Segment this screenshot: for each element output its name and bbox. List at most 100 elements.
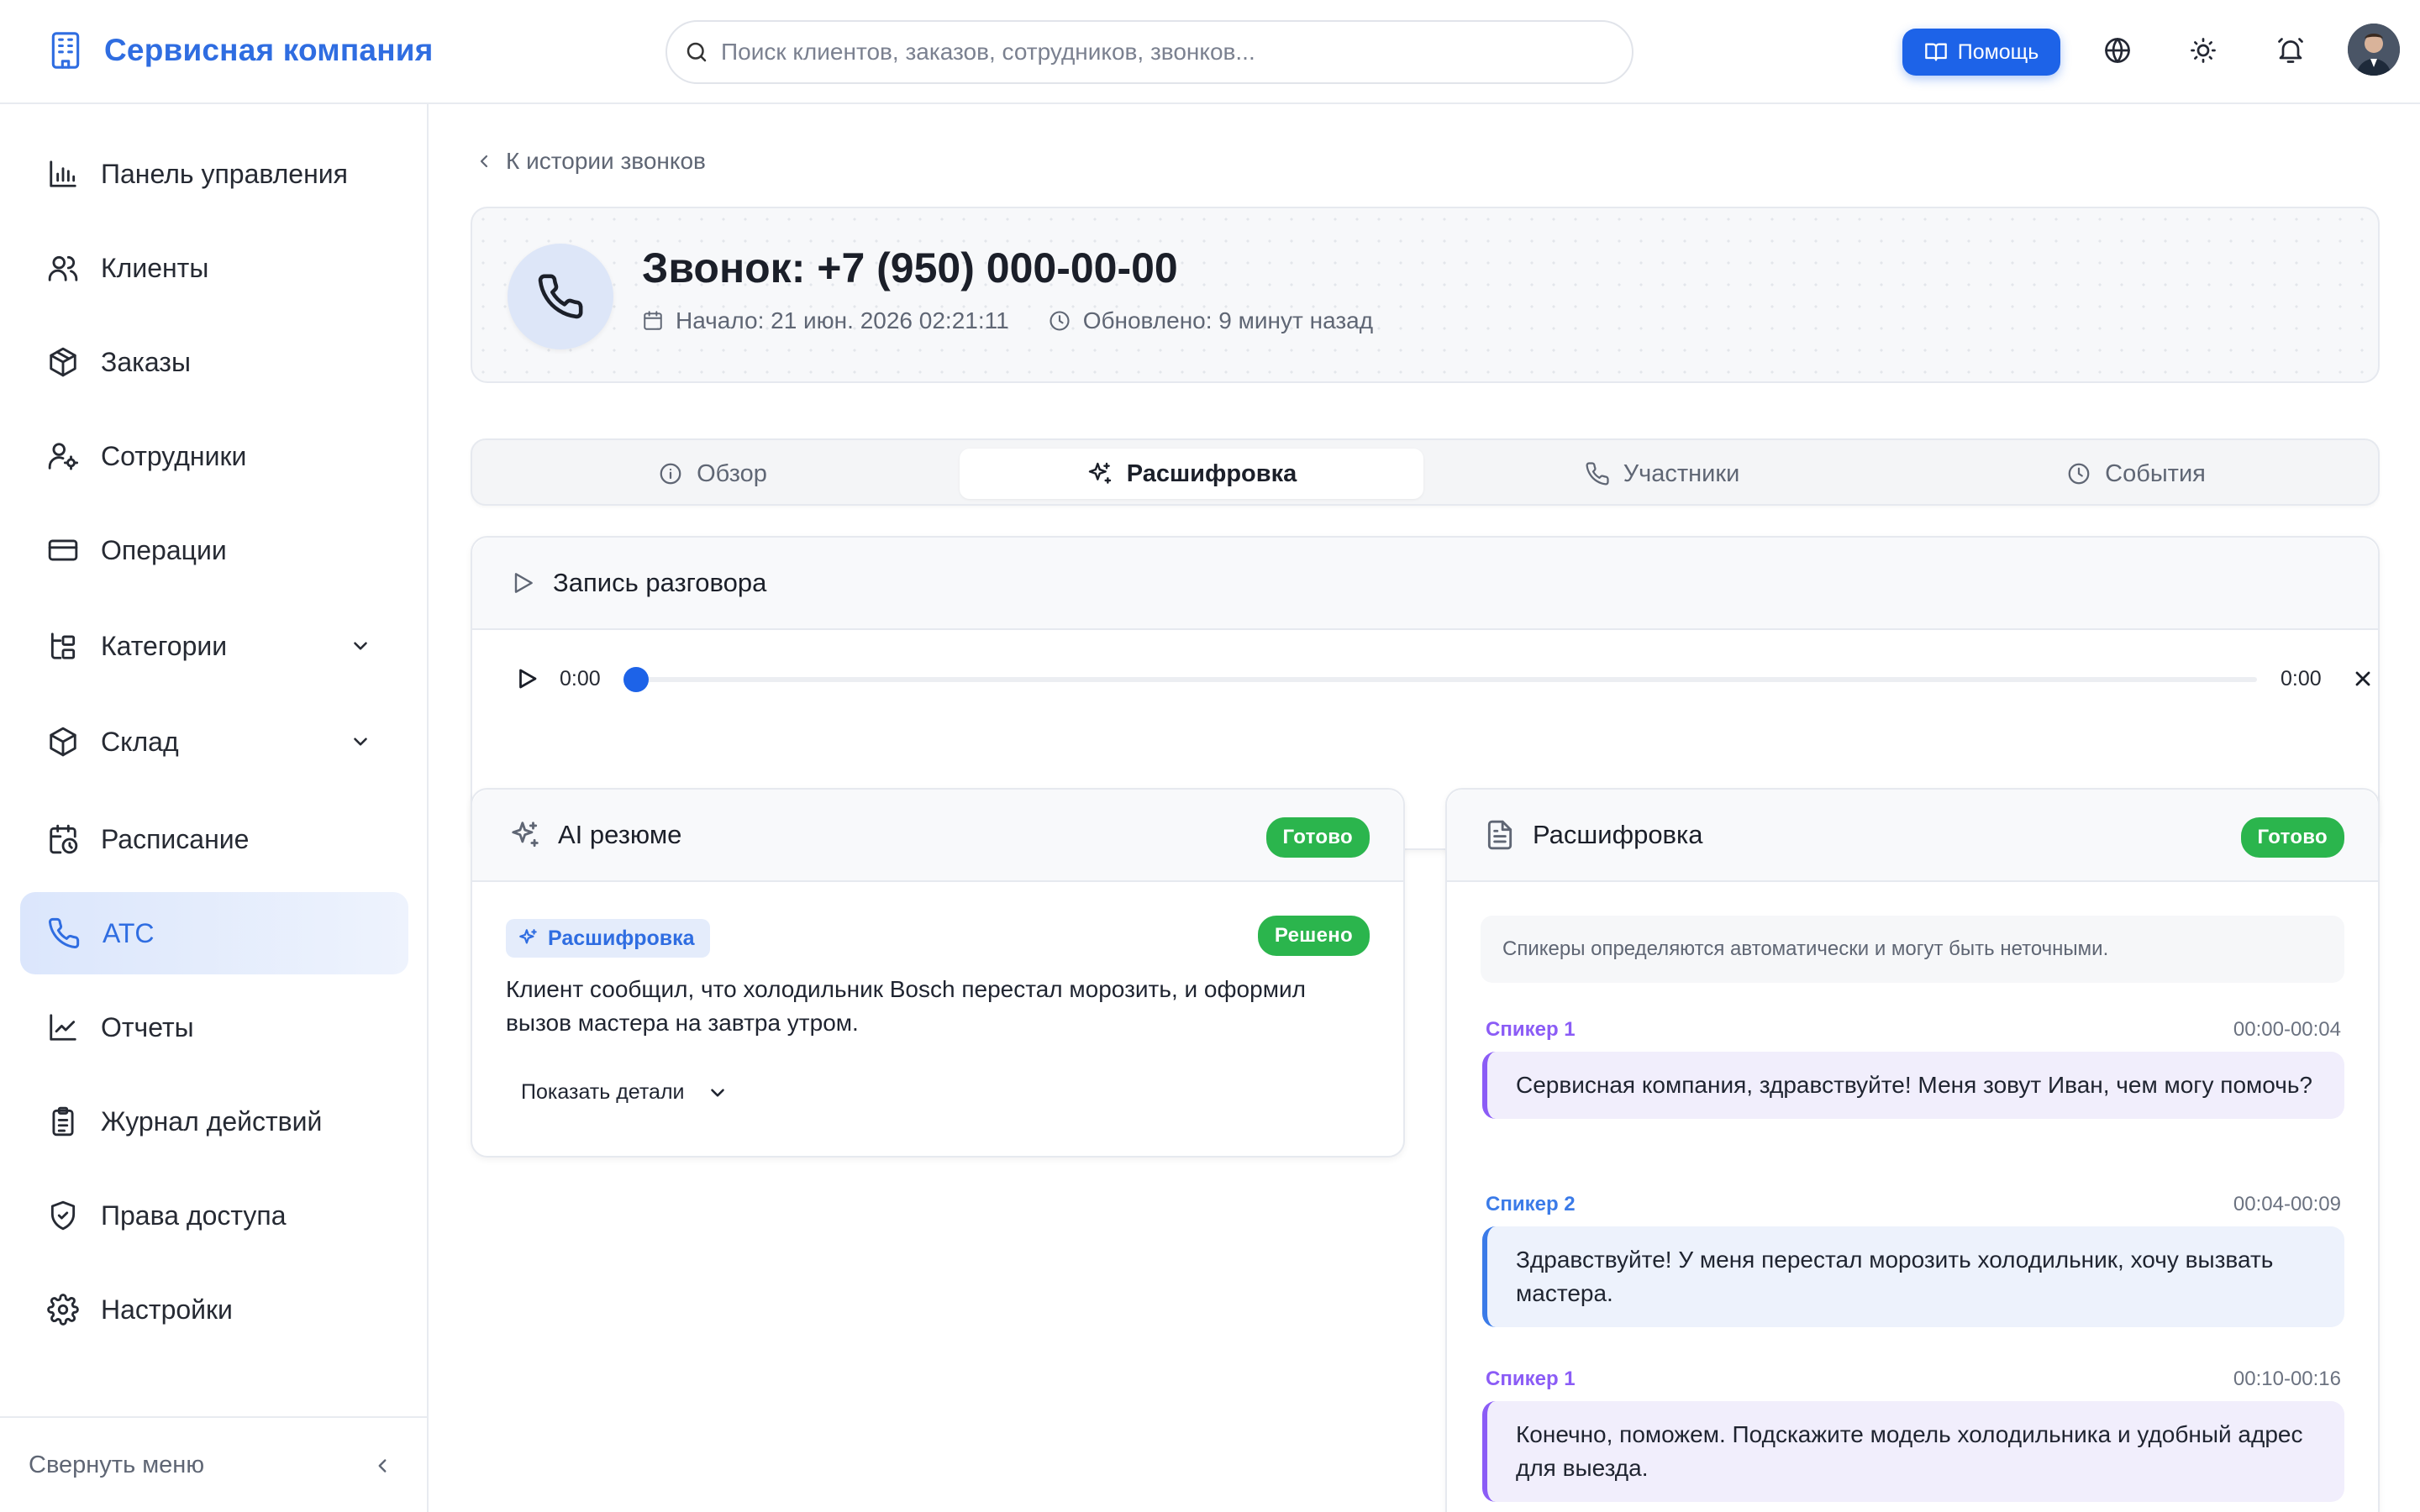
sidebar-item-dashboard[interactable]: Панель управления <box>20 133 408 215</box>
call-start-time: Начало: 21 июн. 2026 02:21:11 <box>676 307 1009 333</box>
play-button[interactable] <box>514 666 539 691</box>
tree-icon <box>47 630 79 662</box>
tab-events[interactable]: События <box>1904 449 2368 499</box>
sidebar-item-employees[interactable]: Сотрудники <box>20 415 408 497</box>
transcript-title: Расшифровка <box>1533 820 1703 849</box>
sidebar-item-reports[interactable]: Отчеты <box>20 986 408 1068</box>
clipboard-icon <box>47 1105 79 1137</box>
phone-icon <box>508 244 613 349</box>
info-icon <box>658 461 683 486</box>
transcript-segment: Сервисная компания, здравствуйте! Меня з… <box>1482 1052 2344 1119</box>
ai-summary-card: AI резюме Готово Расшифровка Решено Клие… <box>471 788 1405 1158</box>
seek-bar[interactable] <box>635 677 2257 682</box>
sidebar-item-label: Права доступа <box>101 1200 287 1231</box>
call-tabs: Обзор Расшифровка Участники События <box>471 438 2380 506</box>
tab-label: Расшифровка <box>1126 459 1297 487</box>
status-badge: Готово <box>1265 817 1370 858</box>
source-chip: Расшифровка <box>506 919 710 958</box>
globe-icon[interactable] <box>2102 35 2133 66</box>
speaker-label: Спикер 1 <box>1486 1018 1576 1041</box>
chevron-left-icon <box>474 151 494 171</box>
sidebar-item-warehouse[interactable]: Склад <box>20 701 408 783</box>
sidebar-item-label: Сотрудники <box>101 440 247 471</box>
sidebar-item-label: АТС <box>103 917 155 948</box>
sidebar-item-operations[interactable]: Операции <box>20 509 408 591</box>
sparkles-icon <box>1086 460 1113 487</box>
line-chart-icon <box>47 1011 79 1043</box>
sidebar-item-settings[interactable]: Настройки <box>20 1268 408 1351</box>
show-details-label: Показать детали <box>521 1080 685 1104</box>
transcript-card: Расшифровка Готово Спикеры определяются … <box>1445 788 2380 1512</box>
source-chip-label: Расшифровка <box>548 926 695 950</box>
phone-icon <box>47 916 81 950</box>
tab-transcript[interactable]: Расшифровка <box>960 449 1423 499</box>
credit-card-icon <box>47 534 79 566</box>
sidebar: Панель управления Клиенты Заказы Сотрудн… <box>0 104 429 1512</box>
seek-thumb[interactable] <box>623 667 649 692</box>
back-to-call-history-link[interactable]: К истории звонков <box>474 148 706 175</box>
ai-summary-title: AI резюме <box>558 820 682 849</box>
sidebar-item-categories[interactable]: Категории <box>20 605 408 687</box>
recording-card-header: Запись разговора <box>472 538 2378 630</box>
book-icon <box>1924 40 1948 64</box>
calendar-icon <box>642 310 664 332</box>
sidebar-item-label: Клиенты <box>101 252 209 283</box>
close-icon[interactable] <box>2351 667 2375 690</box>
sparkles-icon <box>509 819 541 851</box>
users-icon <box>47 252 79 284</box>
current-time: 0:00 <box>560 666 601 690</box>
sidebar-item-label: Отчеты <box>101 1011 194 1042</box>
transcript-segment: Конечно, поможем. Подскажите модель холо… <box>1482 1401 2344 1502</box>
segment-time: 00:00-00:04 <box>2233 1018 2341 1041</box>
brand[interactable]: Сервисная компания <box>47 30 434 71</box>
segment-time: 00:04-00:09 <box>2233 1193 2341 1215</box>
segment-time: 00:10-00:16 <box>2233 1368 2341 1390</box>
help-button[interactable]: Помощь <box>1902 29 2060 76</box>
sidebar-item-label: Панель управления <box>101 158 348 189</box>
user-avatar[interactable] <box>2348 24 2400 76</box>
building-icon <box>47 30 84 71</box>
audio-player: 0:00 0:00 <box>514 662 2370 696</box>
collapse-menu-button[interactable]: Свернуть меню <box>0 1416 429 1512</box>
sidebar-item-pbx[interactable]: АТС <box>20 892 408 974</box>
tab-participants[interactable]: Участники <box>1430 449 1894 499</box>
sidebar-item-label: Операции <box>101 534 227 565</box>
sidebar-item-schedule[interactable]: Расписание <box>20 798 408 880</box>
clock-icon <box>2066 461 2091 486</box>
gear-icon <box>47 1294 79 1326</box>
sun-icon[interactable] <box>2188 35 2218 66</box>
call-updated-time: Обновлено: 9 минут назад <box>1082 307 1374 333</box>
tab-label: События <box>2105 459 2206 487</box>
sidebar-item-activity-log[interactable]: Журнал действий <box>20 1080 408 1163</box>
show-details-button[interactable]: Показать детали <box>521 1080 729 1105</box>
call-meta: Начало: 21 июн. 2026 02:21:11 Обновлено:… <box>642 307 1373 334</box>
sidebar-item-permissions[interactable]: Права доступа <box>20 1174 408 1257</box>
global-search[interactable] <box>666 20 1634 84</box>
summary-text: Клиент сообщил, что холодильник Bosch пе… <box>506 976 1306 1036</box>
chevron-down-icon[interactable] <box>350 635 371 657</box>
collapse-menu-label: Свернуть меню <box>29 1451 205 1478</box>
resolution-badge: Решено <box>1257 916 1370 956</box>
phone-icon <box>1585 461 1610 486</box>
main-content: К истории звонков Звонок: +7 (950) 000-0… <box>429 104 2420 1512</box>
sparkles-icon <box>518 927 539 949</box>
help-button-label: Помощь <box>1957 39 2039 64</box>
speaker-notice: Спикеры определяются автоматически и мог… <box>1481 916 2344 983</box>
sidebar-item-label: Настройки <box>101 1294 233 1325</box>
sidebar-item-label: Заказы <box>101 346 191 377</box>
bell-icon[interactable] <box>2275 35 2306 66</box>
search-input[interactable] <box>721 39 1595 66</box>
search-icon <box>684 39 709 65</box>
sidebar-item-orders[interactable]: Заказы <box>20 321 408 403</box>
sidebar-item-clients[interactable]: Клиенты <box>20 227 408 309</box>
transcript-segment: Здравствуйте! У меня перестал морозить х… <box>1482 1226 2344 1327</box>
tab-label: Обзор <box>697 459 767 487</box>
box-icon <box>47 346 79 378</box>
brand-name: Сервисная компания <box>104 33 434 67</box>
speaker-label: Спикер 1 <box>1486 1368 1576 1390</box>
tab-overview[interactable]: Обзор <box>481 449 944 499</box>
status-badge: Готово <box>2240 817 2344 858</box>
chevron-down-icon[interactable] <box>350 731 371 753</box>
sidebar-item-label: Журнал действий <box>101 1105 323 1137</box>
ai-summary-header: AI резюме <box>472 790 1403 882</box>
